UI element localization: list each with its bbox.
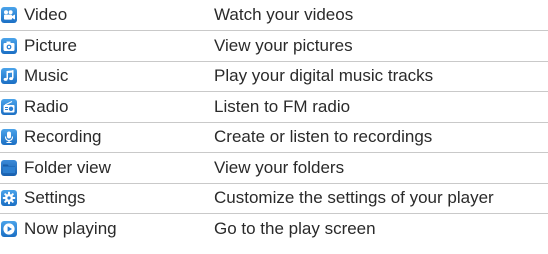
menu-item-cell: Picture <box>0 30 214 62</box>
table-row: Settings Customize the settings of your … <box>0 183 548 214</box>
menu-item-name: Now playing <box>24 219 117 238</box>
folder-icon <box>1 159 17 176</box>
menu-item-cell: Radio <box>0 91 214 123</box>
menu-item-description: View your folders <box>214 152 548 184</box>
menu-item-name: Music <box>24 66 69 86</box>
camera-icon <box>1 37 17 54</box>
menu-item-name: Recording <box>24 127 102 147</box>
menu-item-description: Customize the settings of your player <box>214 183 548 214</box>
menu-item-description: Create or listen to recordings <box>214 122 548 153</box>
table-row: Picture View your pictures <box>0 30 548 62</box>
menu-item-name: Video <box>24 5 68 24</box>
table-row: Video Watch your videos <box>0 0 548 31</box>
video-icon <box>1 7 17 23</box>
menu-item-cell: Now playing <box>0 214 214 245</box>
microphone-icon <box>1 129 17 146</box>
menu-item-name: Folder view <box>24 157 111 177</box>
table-row: Now playing Go to the play screen <box>0 214 548 245</box>
menu-item-cell: Music <box>0 61 214 92</box>
menu-item-description: Play your digital music tracks <box>214 61 548 92</box>
play-icon <box>1 221 17 237</box>
table-row: Folder view View your folders <box>0 152 548 184</box>
menu-item-description: View your pictures <box>214 30 548 62</box>
menu-item-description: Watch your videos <box>214 0 548 31</box>
table-row: Radio Listen to FM radio <box>0 91 548 123</box>
menu-item-description: Listen to FM radio <box>214 91 548 123</box>
menu-table: Video Watch your videos Picture View you… <box>0 0 548 244</box>
menu-item-name: Picture <box>24 35 77 55</box>
menu-item-cell: Recording <box>0 122 214 153</box>
menu-item-description: Go to the play screen <box>214 219 376 238</box>
menu-item-name: Radio <box>24 96 69 116</box>
music-note-icon <box>1 68 17 85</box>
menu-item-name: Settings <box>24 188 86 208</box>
menu-item-cell: Video <box>0 0 214 31</box>
table-row: Recording Create or listen to recordings <box>0 122 548 153</box>
gear-icon <box>1 190 17 207</box>
menu-item-cell: Folder view <box>0 152 214 184</box>
radio-icon <box>1 98 17 115</box>
table-row: Music Play your digital music tracks <box>0 61 548 92</box>
menu-item-cell: Settings <box>0 183 214 214</box>
